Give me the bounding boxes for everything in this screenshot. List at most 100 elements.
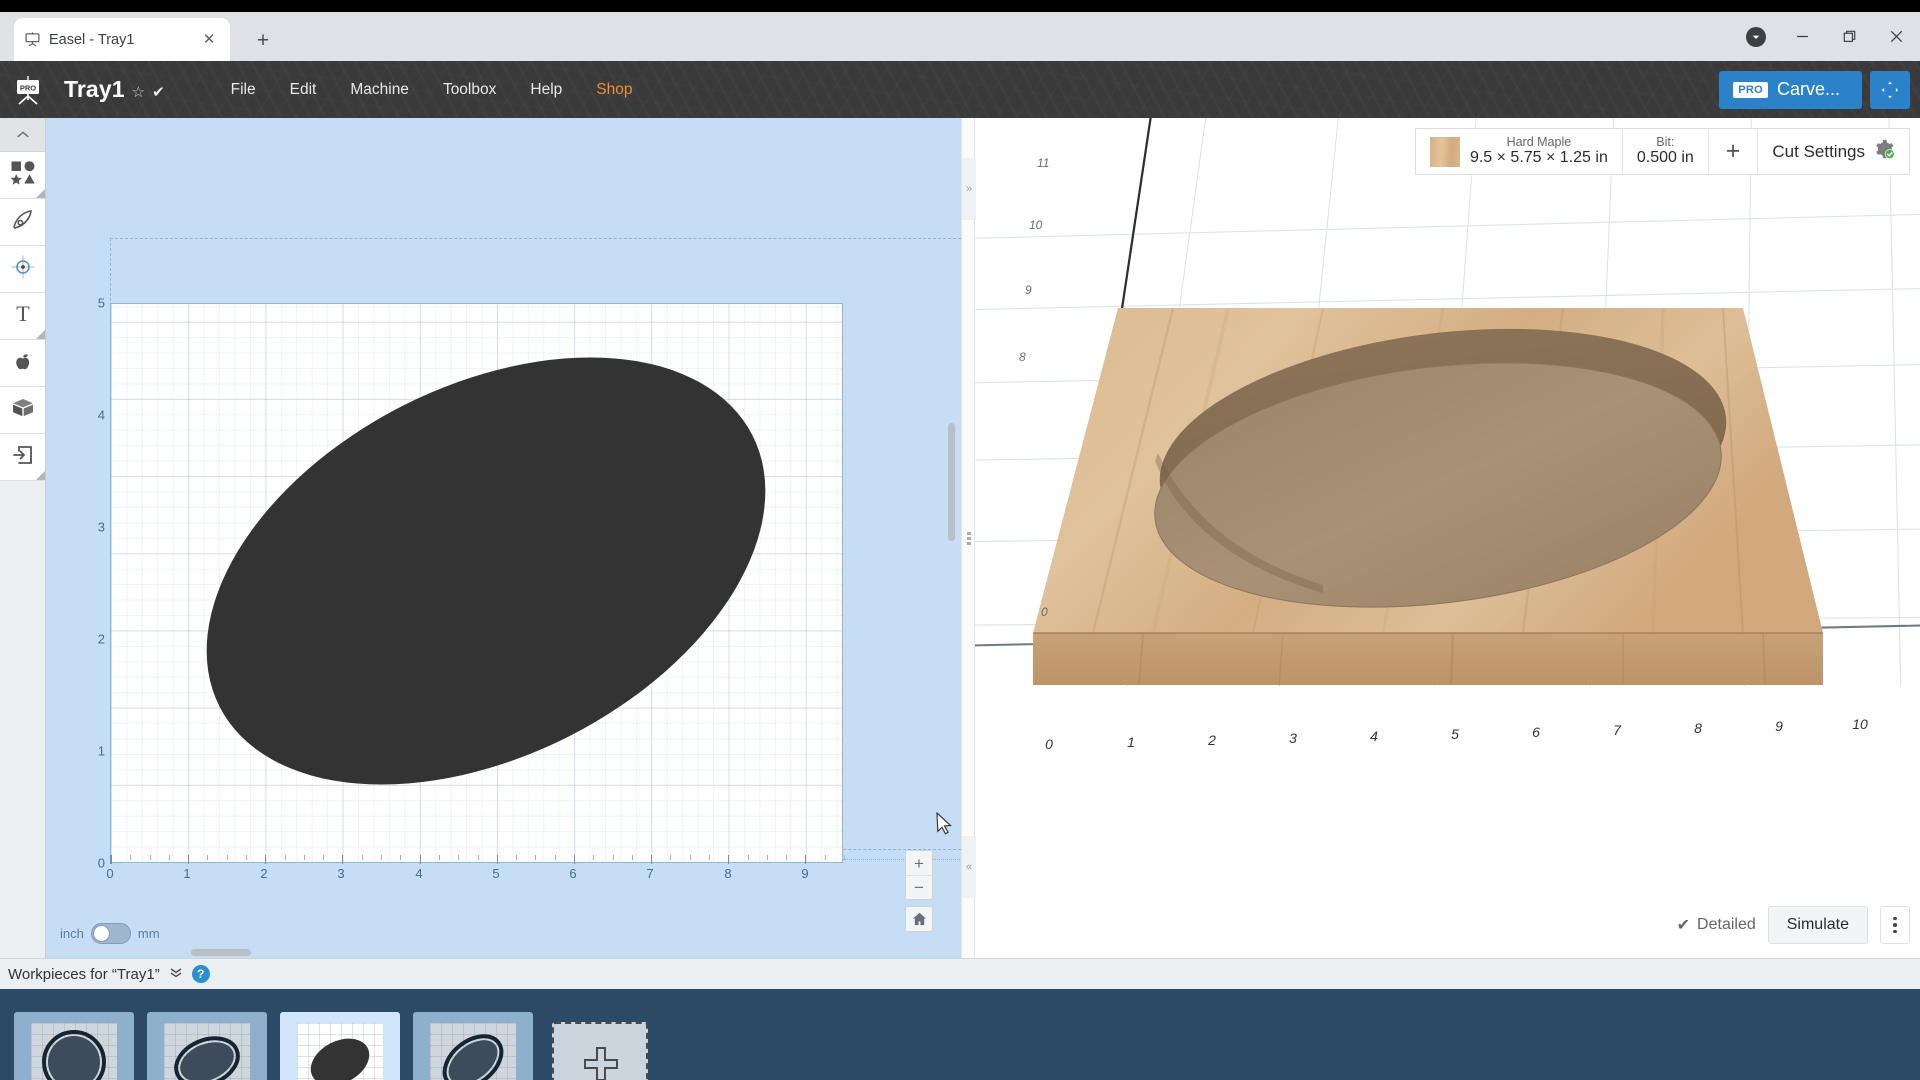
maximize-button[interactable] bbox=[1826, 17, 1873, 57]
design-canvas-2d[interactable]: 0 1 2 3 4 5 0 1 2 3 4 5 6 7 bbox=[46, 118, 961, 958]
pen-icon bbox=[11, 208, 35, 237]
sidebar-item-draw[interactable] bbox=[0, 199, 45, 246]
drag-dots-icon[interactable] bbox=[962, 527, 976, 549]
ruler-3d-tick: 0 bbox=[1045, 736, 1053, 752]
close-window-button[interactable] bbox=[1873, 17, 1920, 57]
app-window: Easel - Tray1 ✕ + bbox=[0, 0, 1920, 1080]
chevron-double-down-icon[interactable] bbox=[169, 967, 183, 981]
ruler-3d-v-tick: 8 bbox=[1019, 350, 1026, 364]
sidebar-item-apps[interactable] bbox=[0, 340, 45, 387]
chevron-double-right-icon[interactable]: » bbox=[962, 158, 976, 220]
ruler-x-tick: 8 bbox=[724, 866, 731, 881]
carve-button[interactable]: PRO Carve... bbox=[1719, 71, 1862, 109]
zoom-out-button[interactable]: − bbox=[906, 875, 932, 899]
vertical-dots-icon[interactable] bbox=[1880, 906, 1910, 944]
bit-selector[interactable]: Bit: 0.500 in bbox=[1623, 129, 1709, 174]
canvas-vertical-scrollbar[interactable] bbox=[948, 423, 955, 541]
menu-item-help[interactable]: Help bbox=[513, 75, 579, 105]
unit-toggle[interactable]: inch mm bbox=[60, 923, 160, 944]
sidebar-item-import[interactable] bbox=[0, 434, 45, 481]
main-menu: File Edit Machine Toolbox Help Shop bbox=[214, 75, 650, 105]
expand-arrows-icon[interactable] bbox=[1870, 71, 1910, 109]
cube-icon bbox=[10, 395, 36, 426]
check-icon: ✔ bbox=[152, 83, 165, 101]
browser-chrome: Easel - Tray1 ✕ + bbox=[0, 12, 1920, 61]
zoom-in-button[interactable]: + bbox=[906, 851, 932, 875]
menu-item-machine[interactable]: Machine bbox=[333, 75, 426, 105]
rail-collapse-button[interactable] bbox=[0, 118, 45, 152]
simulation-bar: ✔ Detailed Simulate bbox=[1677, 906, 1910, 944]
add-bit-button[interactable]: + bbox=[1709, 129, 1759, 174]
carve-button-label: Carve... bbox=[1777, 79, 1840, 100]
ruler-x-tick: 9 bbox=[801, 866, 808, 881]
ruler-x-tick: 0 bbox=[106, 866, 113, 881]
ruler-y-tick: 5 bbox=[98, 296, 105, 311]
menu-item-edit[interactable]: Edit bbox=[273, 75, 334, 105]
workpiece-thumbnail-1[interactable] bbox=[14, 1012, 134, 1080]
close-icon[interactable]: ✕ bbox=[198, 29, 220, 51]
menu-item-toolbox[interactable]: Toolbox bbox=[426, 75, 513, 105]
workpiece-thumbnail-4[interactable] bbox=[413, 1012, 533, 1080]
star-icon[interactable]: ☆ bbox=[132, 83, 145, 101]
sidebar-item-three-d[interactable] bbox=[0, 387, 45, 434]
add-workpiece-button[interactable] bbox=[552, 1022, 648, 1080]
ruler-x-ticks bbox=[110, 855, 843, 864]
minimize-button[interactable] bbox=[1779, 17, 1826, 57]
pro-badge: PRO bbox=[1733, 82, 1768, 98]
ellipse-filled bbox=[297, 1023, 383, 1080]
ruler-3d-v-tick: 9 bbox=[1025, 283, 1032, 297]
project-title[interactable]: Tray1 ☆ ✔ bbox=[64, 76, 165, 103]
workpiece-thumbnail-2[interactable] bbox=[147, 1012, 267, 1080]
ruler-3d-tick: 7 bbox=[1613, 722, 1621, 738]
sidebar-item-align[interactable] bbox=[0, 246, 45, 293]
bit-label: Bit: bbox=[1637, 135, 1694, 150]
ruler-3d-tick: 2 bbox=[1208, 732, 1216, 748]
home-icon[interactable] bbox=[906, 907, 932, 931]
ruler-y-tick: 2 bbox=[98, 632, 105, 647]
sidebar-item-shapes[interactable] bbox=[0, 152, 45, 199]
apple-icon bbox=[11, 349, 35, 378]
plus-icon bbox=[583, 1046, 617, 1080]
wood-board[interactable] bbox=[1023, 293, 1893, 723]
ellipse-outline-steep bbox=[430, 1023, 516, 1080]
cut-settings-button[interactable]: Cut Settings bbox=[1758, 129, 1909, 174]
chevron-double-left-icon[interactable]: « bbox=[962, 836, 976, 898]
workspace: T bbox=[0, 118, 1920, 958]
easel-app: PRO Tray1 ☆ ✔ File Edit Machine Toolbox … bbox=[0, 61, 1920, 1080]
thumbnail-preview bbox=[297, 1023, 383, 1080]
menu-item-shop[interactable]: Shop bbox=[579, 75, 649, 105]
preview-3d[interactable]: Hard Maple 9.5 × 5.75 × 1.25 in Bit: 0.5… bbox=[975, 118, 1920, 958]
shapes-icon bbox=[10, 160, 36, 191]
material-selector[interactable]: Hard Maple 9.5 × 5.75 × 1.25 in bbox=[1416, 129, 1623, 174]
cut-settings-label: Cut Settings bbox=[1772, 142, 1865, 162]
sidebar-item-text[interactable]: T bbox=[0, 293, 45, 340]
crosshair-icon bbox=[10, 254, 36, 285]
easel-pro-logo[interactable]: PRO bbox=[0, 61, 56, 118]
canvas-horizontal-scrollbar[interactable] bbox=[191, 949, 251, 956]
ruler-x-tick: 2 bbox=[260, 866, 267, 881]
ruler-y: 0 1 2 3 4 5 bbox=[70, 303, 108, 863]
unit-switch[interactable] bbox=[91, 923, 131, 944]
svg-text:PRO: PRO bbox=[20, 83, 36, 92]
ruler-x-tick: 5 bbox=[492, 866, 499, 881]
ruler-3d-tick: 4 bbox=[1370, 728, 1378, 744]
unit-label-mm: mm bbox=[138, 926, 160, 941]
browser-tab[interactable]: Easel - Tray1 ✕ bbox=[14, 18, 230, 61]
help-icon[interactable]: ? bbox=[192, 965, 210, 983]
menu-item-file[interactable]: File bbox=[214, 75, 273, 105]
detailed-toggle[interactable]: ✔ Detailed bbox=[1677, 915, 1756, 935]
svg-text:T: T bbox=[16, 302, 30, 326]
simulate-button[interactable]: Simulate bbox=[1768, 906, 1868, 944]
workpiece-thumbnail-3[interactable] bbox=[280, 1012, 400, 1080]
panel-divider[interactable]: » « bbox=[961, 118, 975, 958]
ellipse-shape[interactable] bbox=[136, 270, 837, 871]
chevron-down-icon bbox=[1746, 27, 1766, 47]
hard-maple-swatch bbox=[1430, 137, 1460, 167]
new-tab-button[interactable]: + bbox=[248, 25, 278, 55]
workpieces-strip bbox=[0, 989, 1920, 1080]
ruler-3d-bottom: 0 1 2 3 4 5 6 7 8 9 10 bbox=[975, 718, 1920, 758]
browser-chevron-down-button[interactable] bbox=[1733, 17, 1779, 57]
ruler-3d-tick: 6 bbox=[1532, 724, 1540, 740]
ruler-3d-tick: 8 bbox=[1694, 720, 1702, 736]
workpieces-header: Workpieces for “Tray1” ? bbox=[0, 958, 1920, 989]
